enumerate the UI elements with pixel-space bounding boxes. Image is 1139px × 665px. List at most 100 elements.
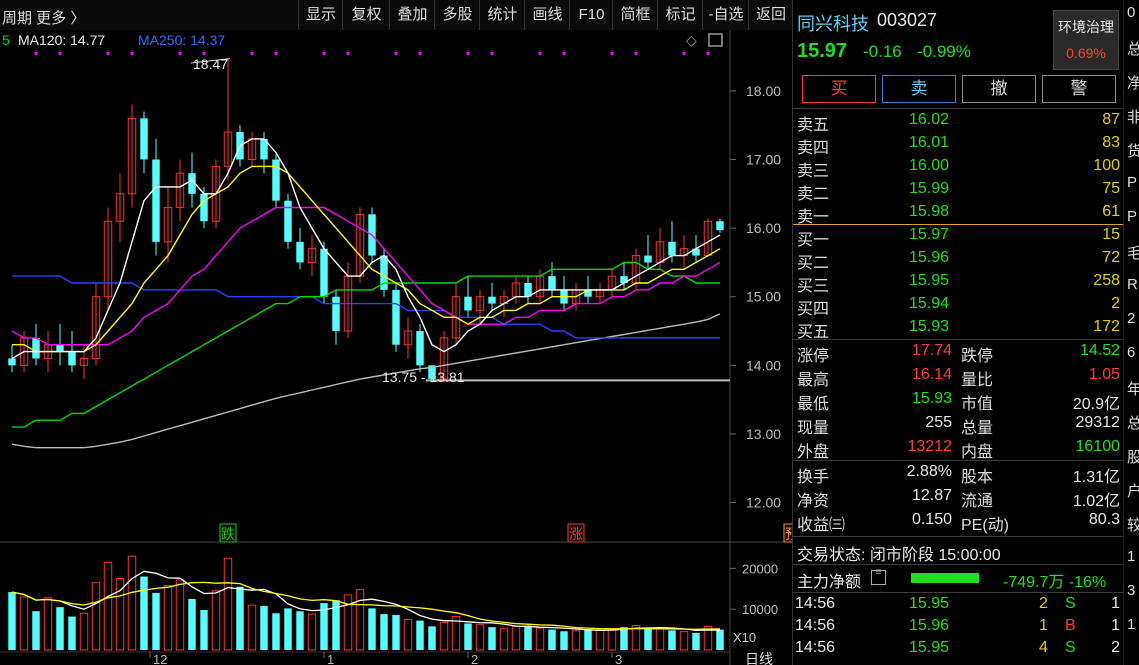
low-price-label: 13.75 - 13.81 <box>382 369 465 385</box>
price-axis-label: 16.00 <box>746 220 781 236</box>
edge-text: 1 <box>1127 548 1136 565</box>
bid-level-price: 15.97 <box>909 226 950 243</box>
signal-dot <box>466 52 470 55</box>
bid-level-row[interactable]: 买三 15.95 258 <box>793 270 1124 295</box>
tick-side: S <box>1065 639 1076 656</box>
period-more-menu[interactable]: 周期 更多 〉 <box>2 7 85 28</box>
diamond-icon[interactable]: ◇ <box>686 33 697 49</box>
ask-level-price: 15.98 <box>909 203 950 220</box>
sell-button[interactable]: 卖 <box>882 75 956 103</box>
edge-text: 非 <box>1127 106 1139 127</box>
edge-text: 毛 <box>1127 242 1139 263</box>
date-label: 1 <box>327 652 334 665</box>
price-change: -0.16 <box>863 42 902 61</box>
toolbar-button-0[interactable]: 显示 <box>298 0 343 30</box>
bid-level-row[interactable]: 买一 15.97 15 <box>793 224 1124 249</box>
toolbar-button-7[interactable]: 简框 <box>612 0 658 30</box>
chart-toolbar: 周期 更多 〉 显示 复权 叠加 多股 统计 画线 F10 简框 标记 -自选 返回 <box>0 0 792 31</box>
candle-body-down <box>644 255 652 263</box>
bid-level-row[interactable]: 买二 15.96 72 <box>793 247 1124 272</box>
ask-level-price: 15.99 <box>909 180 950 197</box>
bid-level-row[interactable]: 买五 15.93 172 <box>793 316 1124 341</box>
edge-text: 0 <box>1127 4 1136 21</box>
main-flow-bar <box>911 573 979 583</box>
ask-level-row[interactable]: 卖二 15.99 75 <box>793 178 1124 203</box>
event-marker-text: 涨 <box>569 527 583 543</box>
toolbar-button-6[interactable]: F10 <box>569 0 613 30</box>
tick-count: 1 <box>1111 595 1120 612</box>
stat-label: 跌停 <box>961 348 994 365</box>
tick-time: 14:56 <box>795 617 836 634</box>
stat-label: 换手 <box>797 469 830 486</box>
volume-bar <box>152 592 160 650</box>
edge-text: 较 <box>1127 514 1139 535</box>
edge-text: 6 <box>1127 344 1136 361</box>
signal-dot <box>562 52 566 55</box>
stat-value: 13212 <box>907 438 953 455</box>
sector-tag[interactable]: 环境治理 0.69% <box>1053 10 1119 70</box>
edge-text: 1 <box>1127 616 1136 633</box>
toolbar-button-9[interactable]: -自选 <box>702 0 749 30</box>
edge-text: P <box>1127 174 1138 191</box>
tick-count: 1 <box>1111 617 1120 634</box>
price-axis-label: 18.00 <box>746 83 781 99</box>
candle-body-down <box>272 159 280 201</box>
volume-bar <box>620 627 628 650</box>
bid-level-price: 15.93 <box>909 318 950 335</box>
bid-level-volume: 72 <box>1102 249 1120 266</box>
toolbar-button-5[interactable]: 画线 <box>524 0 570 30</box>
stat-label: 流通 <box>961 493 994 510</box>
cancel-order-button[interactable]: 撤 <box>962 75 1036 103</box>
edge-text: 货 <box>1127 140 1139 161</box>
stat-value: 16100 <box>1075 438 1121 455</box>
edge-text: R <box>1127 276 1138 293</box>
period-label[interactable]: 日线 <box>745 651 773 665</box>
list-icon[interactable]: ≡ <box>871 568 886 585</box>
ask-level-row[interactable]: 卖五 16.02 87 <box>793 109 1124 134</box>
ask-level-row[interactable]: 卖一 15.98 61 <box>793 201 1124 226</box>
toolbar-button-8[interactable]: 标记 <box>657 0 703 30</box>
stat-label: 涨停 <box>797 348 830 365</box>
stat-value: 2.88% <box>906 463 952 480</box>
bid-level-volume: 15 <box>1102 226 1120 243</box>
price-axis-label: 13.00 <box>746 426 781 442</box>
ask-level-row[interactable]: 卖三 16.00 100 <box>793 155 1124 180</box>
tick-price: 15.96 <box>909 617 950 634</box>
tick-count: 2 <box>1111 639 1120 656</box>
toolbar-button-3[interactable]: 多股 <box>434 0 480 30</box>
signal-dot <box>682 52 686 55</box>
ask-level-row[interactable]: 卖四 16.01 83 <box>793 132 1124 157</box>
stat-label: 股本 <box>961 469 994 486</box>
signal-dot <box>322 52 326 55</box>
toolbar-button-2[interactable]: 叠加 <box>389 0 435 30</box>
signal-dot <box>418 52 422 55</box>
fundamental-row: 净资 12.87 流通 1.02亿 <box>793 485 1124 510</box>
signal-dot <box>250 52 254 55</box>
bid-level-row[interactable]: 买四 15.94 2 <box>793 293 1124 318</box>
buy-button[interactable]: 买 <box>802 75 876 103</box>
signal-dot <box>106 52 110 55</box>
candle-body-down <box>8 358 16 366</box>
toolbar-button-10[interactable]: 返回 <box>748 0 793 30</box>
current-price: 15.97 <box>797 40 848 62</box>
price-axis-label: 12.00 <box>746 495 781 511</box>
candle-body-down <box>296 241 304 263</box>
ask-level-price: 16.02 <box>909 111 950 128</box>
volume-bar <box>584 629 592 650</box>
signal-dot <box>538 52 542 55</box>
stat-value: 0.150 <box>911 511 952 528</box>
volume-bar <box>56 607 64 650</box>
volume-bar <box>68 616 76 650</box>
volume-unit-label: X10 <box>733 630 756 645</box>
stat-value: 80.3 <box>1088 511 1120 528</box>
alert-button[interactable]: 警 <box>1042 75 1116 103</box>
stat-value: 16.14 <box>911 366 952 383</box>
kline-chart[interactable]: 18.00 17.00 16.00 15.00 14.00 13.00 12.00 20000… <box>0 30 792 665</box>
volume-bar <box>284 608 292 650</box>
volume-bar <box>8 592 16 650</box>
stat-label: 最低 <box>797 396 830 413</box>
signal-dot <box>274 52 278 55</box>
toolbar-button-1[interactable]: 复权 <box>342 0 390 30</box>
bid-level-volume: 258 <box>1093 272 1120 289</box>
toolbar-button-4[interactable]: 统计 <box>479 0 525 30</box>
